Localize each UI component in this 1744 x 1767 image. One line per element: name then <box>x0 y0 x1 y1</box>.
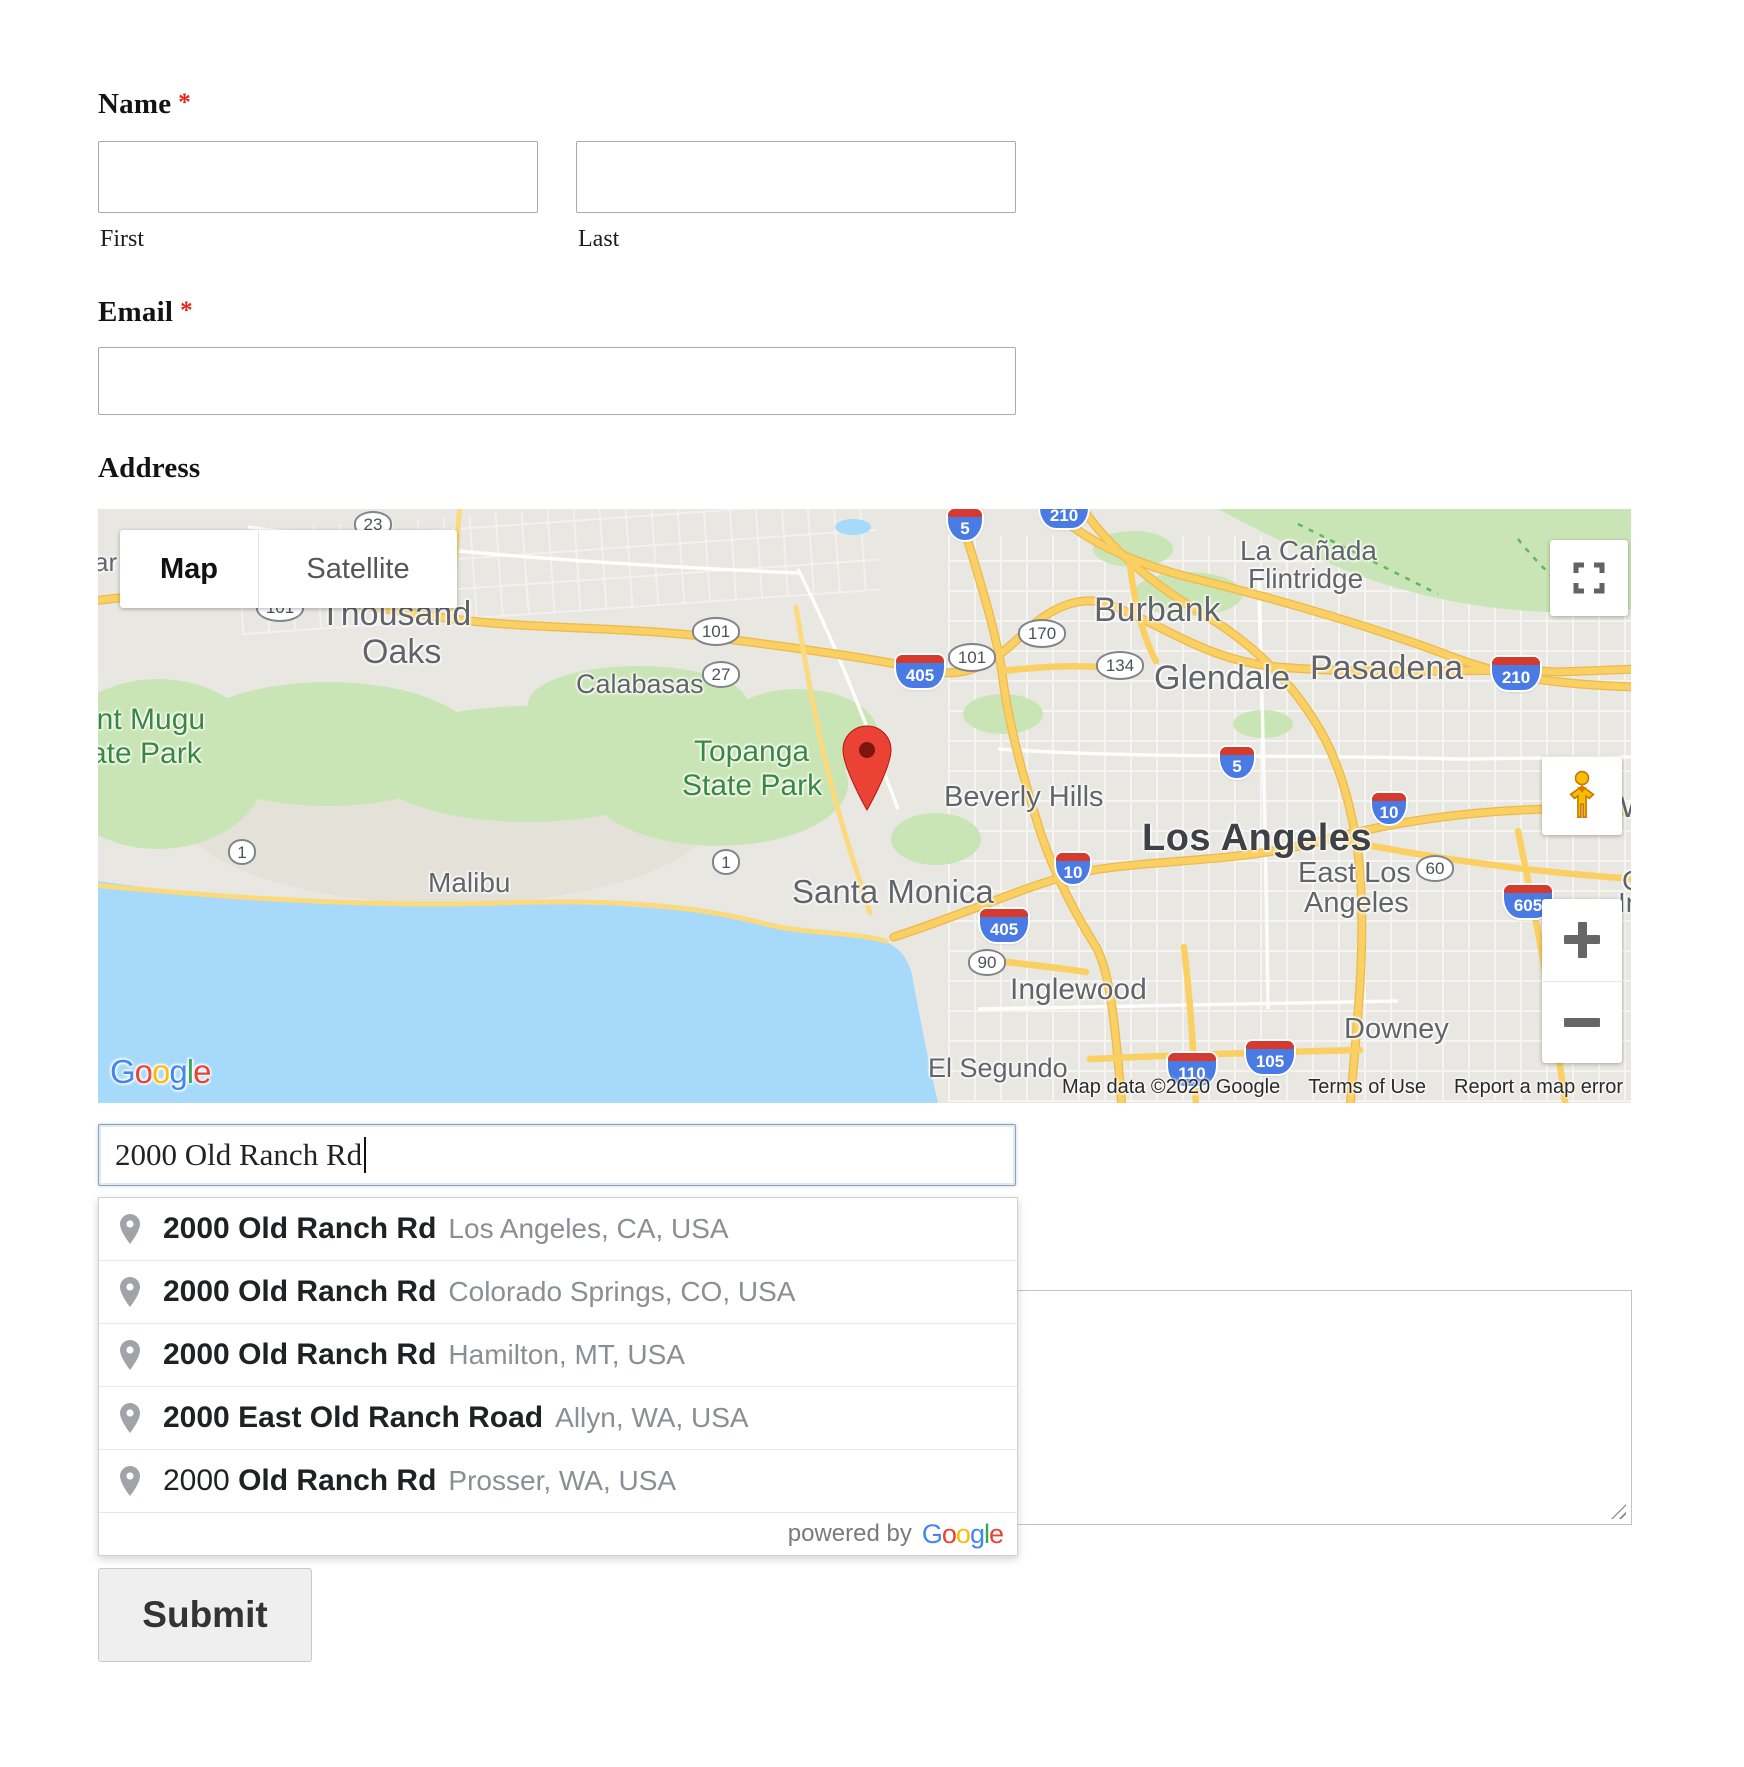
map-marker-icon <box>842 725 892 811</box>
map-label-flintridge: Flintridge <box>1248 565 1363 593</box>
address-input-value: 2000 Old Ranch Rd <box>115 1137 362 1173</box>
highway-shield-o101-b: 101 <box>692 617 740 646</box>
comments-textarea[interactable] <box>1012 1290 1632 1525</box>
required-asterisk: * <box>180 297 193 324</box>
place-pin-icon <box>117 1402 143 1434</box>
page: Name* First Last Email* Address <box>0 0 1744 1767</box>
suggestion-item[interactable]: 2000 Old Ranch Rd Colorado Springs, CO, … <box>99 1260 1017 1323</box>
text-caret <box>364 1137 366 1173</box>
highway-shield-o1-west: 1 <box>228 839 256 865</box>
highway-shield-i405-north: 405 <box>896 655 944 688</box>
suggestion-item[interactable]: 2000 East Old Ranch Road Allyn, WA, USA <box>99 1386 1017 1449</box>
map-label-el-segundo: El Segundo <box>928 1055 1068 1082</box>
fullscreen-icon <box>1573 562 1605 594</box>
map-label-mugu-line2: ate Park <box>98 739 202 769</box>
map-label-east-los: East Los <box>1298 859 1411 888</box>
email-input[interactable] <box>98 347 1016 415</box>
email-label: Email* <box>98 296 193 329</box>
address-label: Address <box>98 452 200 485</box>
map-label-cut-ar: ar <box>98 549 117 575</box>
map-label-calabasas: Calabasas <box>576 671 704 698</box>
resize-handle-icon[interactable] <box>1611 1504 1626 1519</box>
pegman-button[interactable] <box>1542 757 1622 835</box>
suggestion-item[interactable]: 2000 Old Ranch Rd Hamilton, MT, USA <box>99 1323 1017 1386</box>
map-label-pasadena: Pasadena <box>1310 651 1463 685</box>
map-attribution: Map data ©2020 Google Terms of Use Repor… <box>1062 1076 1623 1099</box>
highway-shield-o60: 60 <box>1416 855 1454 882</box>
map-label-glendale: Glendale <box>1154 661 1290 695</box>
highway-shield-i105: 105 <box>1246 1041 1294 1074</box>
tab-map[interactable]: Map <box>120 530 259 608</box>
zoom-in-button[interactable] <box>1542 899 1622 982</box>
google-logo[interactable]: Google <box>110 1053 210 1091</box>
required-asterisk: * <box>178 89 191 116</box>
terms-of-use-link[interactable]: Terms of Use <box>1308 1076 1426 1099</box>
fullscreen-button[interactable] <box>1550 540 1628 616</box>
zoom-control <box>1542 899 1622 1063</box>
map-label-beverly-hills: Beverly Hills <box>944 783 1104 812</box>
map-label-la-canada: La Cañada <box>1240 537 1377 565</box>
map-label-topanga-line1: Topanga <box>694 737 809 767</box>
map-label-east-angeles: Angeles <box>1304 889 1409 918</box>
map-label-santa-monica: Santa Monica <box>792 875 994 908</box>
highway-shield-o1-east: 1 <box>712 849 740 875</box>
map-label-inglewood: Inglewood <box>1010 975 1147 1005</box>
highway-shield-o170: 170 <box>1018 619 1066 648</box>
highway-shield-o27: 27 <box>702 661 740 688</box>
highway-shield-o134: 134 <box>1096 651 1144 680</box>
highway-shield-o101-c: 101 <box>948 643 996 672</box>
highway-shield-i210-east: 210 <box>1492 657 1540 690</box>
map-type-control: Map Satellite <box>120 530 457 608</box>
map-label-topanga-line2: State Park <box>682 771 822 801</box>
place-pin-icon <box>117 1465 143 1497</box>
map-label-mugu-line1: int Mugu <box>98 705 205 735</box>
tab-satellite[interactable]: Satellite <box>259 530 457 608</box>
map-label-los-angeles: Los Angeles <box>1142 819 1372 857</box>
highway-shield-i405-south: 405 <box>980 909 1028 942</box>
place-pin-icon <box>117 1339 143 1371</box>
autocomplete-dropdown: 2000 Old Ranch Rd Los Angeles, CA, USA 2… <box>98 1197 1018 1556</box>
report-map-error-link[interactable]: Report a map error <box>1454 1076 1623 1099</box>
map-label-malibu: Malibu <box>428 869 510 897</box>
suggestion-item[interactable]: 2000 Old Ranch Rd Los Angeles, CA, USA <box>99 1198 1017 1260</box>
address-input[interactable]: 2000 Old Ranch Rd <box>98 1124 1016 1186</box>
zoom-out-button[interactable] <box>1542 982 1622 1064</box>
highway-shield-o90: 90 <box>968 949 1006 976</box>
map-canvas[interactable]: Map Satellite <box>98 509 1631 1103</box>
first-name-input[interactable] <box>98 141 538 213</box>
map-data-text: Map data ©2020 Google <box>1062 1076 1280 1099</box>
submit-button[interactable]: Submit <box>98 1568 312 1662</box>
google-logo-small: Google <box>922 1519 1003 1550</box>
place-pin-icon <box>117 1276 143 1308</box>
pegman-icon <box>1562 770 1602 822</box>
powered-by-google: powered by Google <box>99 1512 1017 1555</box>
zoom-out-icon <box>1564 1018 1600 1027</box>
map-label-burbank: Burbank <box>1094 593 1221 627</box>
place-pin-icon <box>117 1213 143 1245</box>
last-sublabel: Last <box>578 226 619 253</box>
first-sublabel: First <box>100 226 144 253</box>
map-label-downey: Downey <box>1344 1015 1449 1044</box>
map-label-oaks: Oaks <box>362 635 441 669</box>
last-name-input[interactable] <box>576 141 1016 213</box>
suggestion-item[interactable]: 2000 Old Ranch Rd Prosser, WA, USA <box>99 1449 1017 1512</box>
name-label: Name* <box>98 88 191 121</box>
